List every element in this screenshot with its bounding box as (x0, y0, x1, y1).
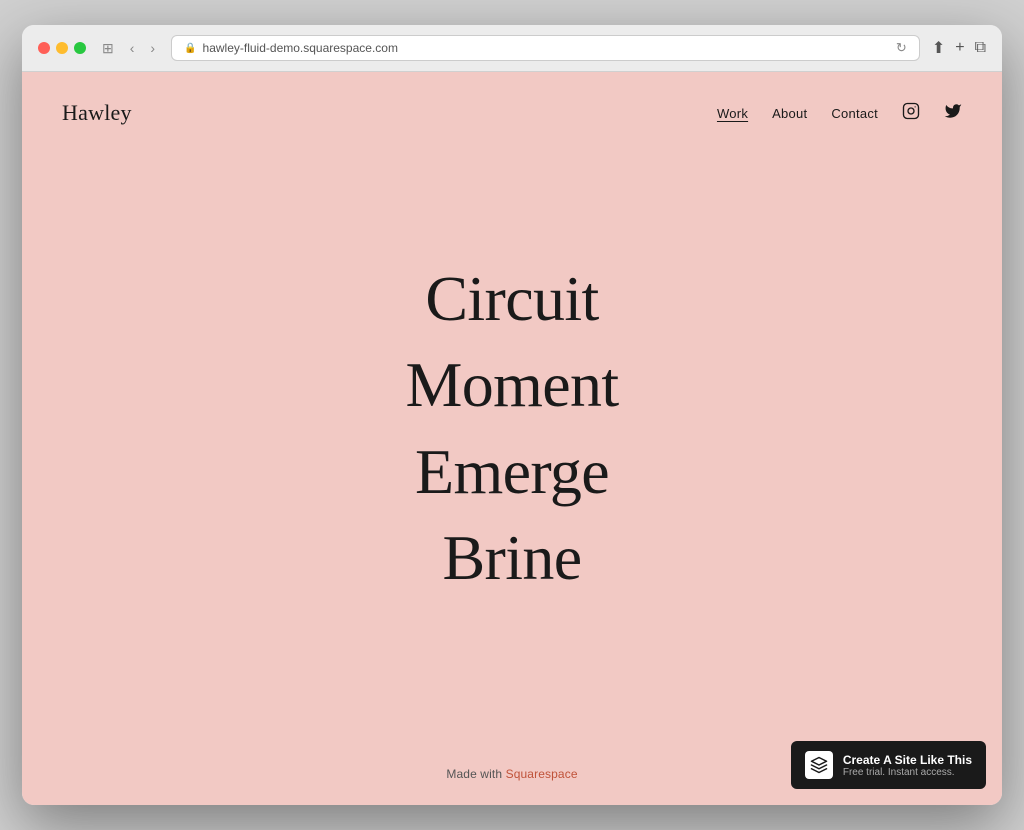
browser-actions: ⬆ + ⧉ (932, 38, 986, 58)
forward-button[interactable]: › (146, 38, 159, 58)
window-icon[interactable]: ⊞ (98, 38, 118, 59)
lock-icon: 🔒 (184, 43, 196, 54)
squarespace-link[interactable]: Squarespace (506, 767, 578, 781)
minimize-button[interactable] (56, 42, 68, 54)
work-item-emerge[interactable]: Emerge (415, 429, 609, 515)
work-item-circuit[interactable]: Circuit (425, 256, 598, 342)
site-content: Hawley Work About Contact (22, 72, 1002, 805)
reload-icon[interactable]: ↻ (896, 40, 907, 56)
footer-made-with: Made with (446, 767, 505, 781)
badge-subtitle: Free trial. Instant access. (843, 767, 972, 778)
badge-logo-icon (805, 751, 833, 779)
browser-controls: ⊞ ‹ › (98, 38, 159, 59)
close-button[interactable] (38, 42, 50, 54)
work-item-moment[interactable]: Moment (405, 342, 618, 428)
badge-text: Create A Site Like This Free trial. Inst… (843, 753, 972, 778)
browser-chrome: ⊞ ‹ › 🔒 hawley-fluid-demo.squarespace.co… (22, 25, 1002, 72)
share-icon[interactable]: ⬆ (932, 38, 945, 58)
new-tab-icon[interactable]: + (955, 39, 964, 57)
site-main: Circuit Moment Emerge Brine (22, 114, 1002, 743)
address-bar[interactable]: 🔒 hawley-fluid-demo.squarespace.com ↻ (171, 35, 920, 61)
maximize-button[interactable] (74, 42, 86, 54)
work-list: Circuit Moment Emerge Brine (405, 256, 618, 602)
badge-title: Create A Site Like This (843, 753, 972, 767)
traffic-lights (38, 42, 86, 54)
url-text: hawley-fluid-demo.squarespace.com (203, 41, 398, 55)
squarespace-badge[interactable]: Create A Site Like This Free trial. Inst… (791, 741, 986, 789)
work-item-brine[interactable]: Brine (442, 515, 581, 601)
back-button[interactable]: ‹ (126, 38, 139, 58)
tiles-icon[interactable]: ⧉ (975, 39, 986, 57)
browser-window: ⊞ ‹ › 🔒 hawley-fluid-demo.squarespace.co… (22, 25, 1002, 805)
